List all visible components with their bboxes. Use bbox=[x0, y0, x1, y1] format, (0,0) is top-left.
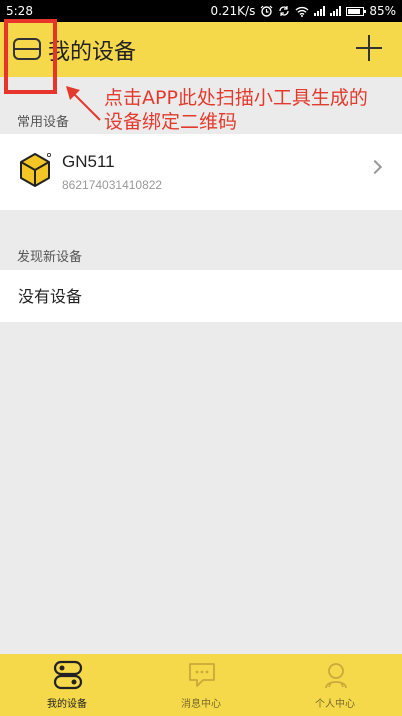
signal-icon-2 bbox=[330, 6, 342, 16]
tab-my-devices[interactable]: 我的设备 bbox=[17, 654, 117, 716]
signal-icon bbox=[314, 6, 326, 16]
tab-label: 我的设备 bbox=[47, 699, 87, 710]
discover-list: 没有设备 bbox=[0, 270, 402, 322]
sync-icon bbox=[279, 6, 289, 16]
annotation-highlight-box bbox=[4, 19, 57, 94]
section-label-discover: 发现新设备 bbox=[17, 250, 83, 265]
profile-tab-icon bbox=[325, 663, 347, 689]
tab-label: 个人中心 bbox=[315, 699, 355, 710]
tab-profile[interactable]: 个人中心 bbox=[285, 654, 385, 716]
page-title: 我的设备 bbox=[48, 40, 137, 65]
add-device-icon[interactable] bbox=[356, 35, 382, 61]
wifi-icon bbox=[295, 6, 309, 17]
app-bar: 我的设备 bbox=[0, 22, 402, 77]
devices-tab-icon bbox=[53, 660, 83, 690]
battery-percent: 85% bbox=[369, 4, 396, 18]
status-right: 0.21K/s 85% bbox=[210, 4, 396, 18]
network-speed: 0.21K/s bbox=[210, 4, 256, 18]
annotation-line-1: 点击APP此处扫描小工具生成的 bbox=[104, 87, 368, 109]
no-device-text: 没有设备 bbox=[18, 287, 83, 306]
device-name: GN511 bbox=[62, 152, 115, 171]
status-time: 5:28 bbox=[6, 4, 33, 18]
bottom-tab-bar: 我的设备 消息中心 个人中心 bbox=[0, 654, 402, 716]
device-cube-icon bbox=[20, 153, 51, 187]
device-list-item[interactable]: GN511 862174031410822 bbox=[0, 134, 402, 210]
annotation-text: 点击APP此处扫描小工具生成的 设备绑定二维码 bbox=[104, 86, 400, 134]
status-bar: 5:28 0.21K/s 85% bbox=[0, 0, 402, 22]
alarm-icon bbox=[260, 5, 273, 17]
device-id: 862174031410822 bbox=[62, 178, 163, 192]
tab-label: 消息中心 bbox=[181, 699, 221, 710]
annotation-line-2: 设备绑定二维码 bbox=[104, 111, 238, 133]
section-label-common: 常用设备 bbox=[17, 115, 70, 130]
tab-messages[interactable]: 消息中心 bbox=[151, 654, 251, 716]
battery-icon bbox=[346, 6, 367, 16]
message-tab-icon bbox=[189, 663, 215, 687]
chevron-right-icon bbox=[367, 159, 383, 175]
